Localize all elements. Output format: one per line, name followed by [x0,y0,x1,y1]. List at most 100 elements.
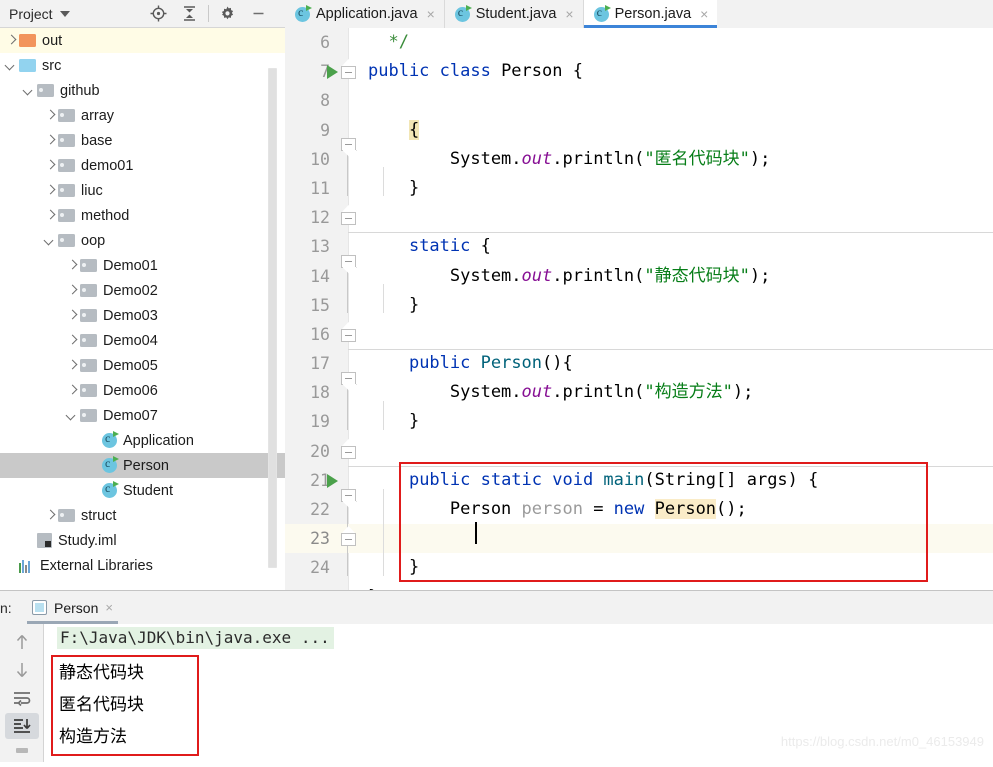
fold-marker-end[interactable] [341,212,356,225]
close-icon[interactable]: × [700,6,708,22]
close-icon[interactable]: × [427,6,435,22]
chevron-down-icon[interactable] [65,409,78,422]
chevron-right-icon[interactable] [43,509,56,522]
fold-marker-end[interactable] [341,446,356,459]
code-line-17[interactable]: 17 public Person(){ [285,349,993,378]
code-line-12[interactable]: 12 [285,203,993,232]
project-tree[interactable]: outsrcgithub array basedemo01liuc method oop… [0,28,285,590]
tree-item-method[interactable]: method [0,203,285,228]
tree-item-application[interactable]: Application [0,428,285,453]
tree-item-person[interactable]: Person [0,453,285,478]
tree-item-demo04[interactable]: Demo04 [0,328,285,353]
chevron-down-icon[interactable] [43,234,56,247]
minimize-icon[interactable] [243,0,274,27]
code-line-15[interactable]: 15 } [285,291,993,320]
code-line-20[interactable]: 20 [285,437,993,466]
code-line-25[interactable]: 25} [285,583,993,590]
tree-item-oop[interactable]: oop [0,228,285,253]
code-line-22[interactable]: 22 Person person = new Person(); [285,495,993,524]
console-tab-person[interactable]: Person × [22,591,123,624]
code-token [368,470,409,490]
fold-marker-end[interactable] [341,66,356,79]
code-line-10[interactable]: 10 System.out.println("匿名代码块"); [285,145,993,174]
package-folder-icon [80,409,97,422]
chevron-right-icon[interactable] [43,109,56,122]
code-line-11[interactable]: 11 } [285,174,993,203]
tree-item-demo07[interactable]: Demo07 [0,403,285,428]
code-line-24[interactable]: 24 } [285,553,993,582]
code-line-21[interactable]: 21 public static void main(String[] args… [285,466,993,495]
tab-label: Person.java [615,6,692,22]
tree-item-demo01[interactable]: demo01 [0,153,285,178]
locate-target-icon[interactable] [143,0,174,27]
editor-tab-person[interactable]: Person.java × [584,0,718,28]
project-tool-icons [143,0,274,27]
close-icon[interactable]: × [105,600,113,615]
code-line-8[interactable]: 8 [285,86,993,115]
chevron-right-icon[interactable] [65,384,78,397]
code-line-13[interactable]: 13 static { [285,232,993,261]
run-gutter-icon[interactable] [327,65,338,79]
chevron-right-icon[interactable] [4,34,17,47]
fold-marker-start[interactable] [341,489,356,502]
tree-item-study-iml[interactable]: Study.iml [0,528,285,553]
chevron-down-icon[interactable] [4,59,17,72]
tree-item-label: array [81,108,114,124]
code-line-7[interactable]: 7public class Person { [285,57,993,86]
tree-item-label: method [81,208,129,224]
console-output[interactable]: F:\Java\JDK\bin\java.exe ... 静态代码块 匿名代码块… [45,624,993,767]
scroll-to-end-icon[interactable] [5,713,39,739]
code-line-23[interactable]: 23 [285,524,993,553]
chevron-right-icon[interactable] [43,134,56,147]
tree-item-demo01[interactable]: Demo01 [0,253,285,278]
tree-item-src[interactable]: src [0,53,285,78]
down-arrow-icon[interactable] [5,657,39,683]
project-panel-title[interactable]: Project [0,0,143,27]
tree-item-student[interactable]: Student [0,478,285,503]
up-arrow-icon[interactable] [5,629,39,655]
tree-item-external-libraries[interactable]: External Libraries [0,553,285,578]
code-line-14[interactable]: 14 System.out.println("静态代码块"); [285,262,993,291]
code-line-18[interactable]: 18 System.out.println("构造方法"); [285,378,993,407]
chevron-right-icon[interactable] [43,159,56,172]
tree-item-struct[interactable]: struct [0,503,285,528]
chevron-right-icon[interactable] [65,334,78,347]
editor-tab-student[interactable]: Student.java × [445,0,584,28]
code-text: } [368,174,419,203]
code-line-16[interactable]: 16 [285,320,993,349]
code-editor[interactable]: 6 */7public class Person {89 {10 System.… [285,28,993,590]
chevron-right-icon[interactable] [65,359,78,372]
chevron-down-icon[interactable] [60,11,70,17]
fold-marker-end[interactable] [341,533,356,546]
tree-item-demo03[interactable]: Demo03 [0,303,285,328]
tree-scrollbar[interactable] [268,68,277,568]
collapse-all-icon[interactable] [174,0,205,27]
tree-item-liuc[interactable]: liuc [0,178,285,203]
tree-item-github[interactable]: github [0,78,285,103]
chevron-right-icon[interactable] [43,184,56,197]
code-line-19[interactable]: 19 } [285,407,993,436]
code-line-9[interactable]: 9 { [285,116,993,145]
fold-marker-start[interactable] [341,372,356,385]
tree-item-demo06[interactable]: Demo06 [0,378,285,403]
tree-item-demo02[interactable]: Demo02 [0,278,285,303]
chevron-right-icon[interactable] [43,209,56,222]
editor-tab-application[interactable]: Application.java × [285,0,445,28]
tree-item-array[interactable]: array [0,103,285,128]
chevron-right-icon[interactable] [65,309,78,322]
tree-item-demo05[interactable]: Demo05 [0,353,285,378]
chevron-right-icon[interactable] [65,259,78,272]
tree-item-out[interactable]: out [0,28,285,53]
run-gutter-icon[interactable] [327,474,338,488]
code-line-6[interactable]: 6 */ [285,28,993,57]
fold-marker-end[interactable] [341,329,356,342]
fold-marker-start[interactable] [341,138,356,151]
chevron-right-icon[interactable] [65,284,78,297]
close-icon[interactable]: × [565,6,573,22]
settings-gear-icon[interactable] [212,0,243,27]
soft-wrap-icon[interactable] [5,685,39,711]
package-folder-icon [80,309,97,322]
chevron-down-icon[interactable] [22,84,35,97]
tree-item-base[interactable]: base [0,128,285,153]
fold-marker-start[interactable] [341,255,356,268]
